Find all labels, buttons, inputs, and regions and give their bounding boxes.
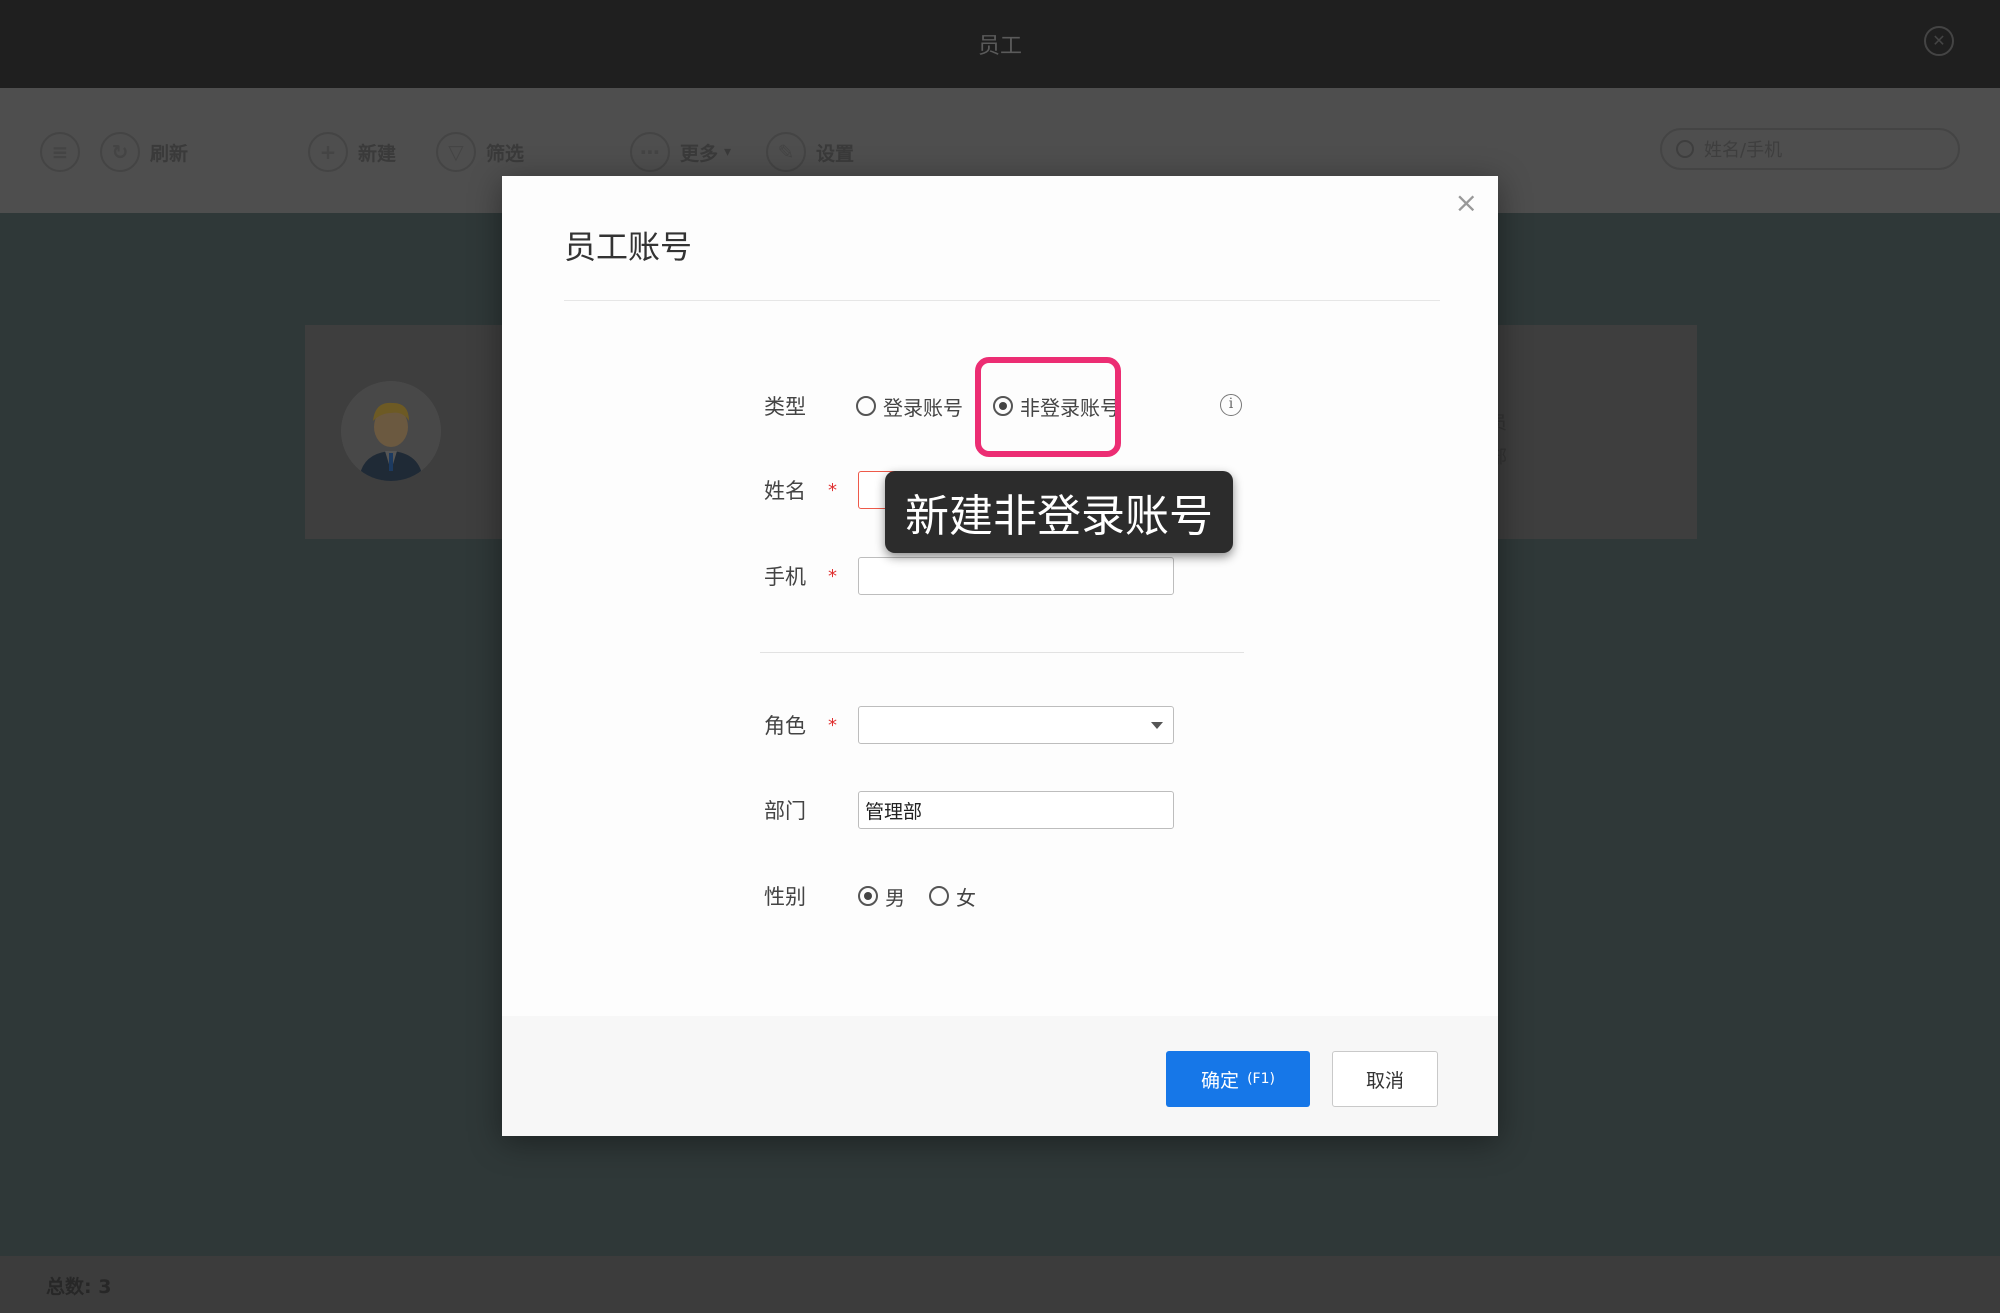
role-select[interactable] [858, 706, 1174, 744]
settings-button[interactable]: ✎ 设置 [766, 130, 854, 174]
search-icon [1676, 140, 1694, 158]
plus-icon: + [308, 132, 348, 172]
phone-row: 手机 * [764, 556, 1174, 596]
role-label: 角色 [764, 714, 806, 738]
radio-checked-icon [858, 886, 878, 906]
window-title: 员工 [977, 34, 1022, 59]
name-label: 姓名 [764, 479, 806, 503]
refresh-label: 刷新 [150, 142, 189, 165]
section-divider [760, 652, 1244, 653]
filter-icon: ▽ [436, 132, 476, 172]
menu-button[interactable]: ≡ [40, 130, 90, 174]
pencil-icon: ✎ [766, 132, 806, 172]
radio-male[interactable]: 男 [858, 882, 905, 911]
cancel-button[interactable]: 取消 [1332, 1051, 1438, 1107]
radio-unchecked-icon [856, 396, 876, 416]
more-icon: ⋯ [630, 132, 670, 172]
close-icon[interactable]: × [1455, 186, 1478, 219]
avatar-image [341, 381, 441, 481]
required-mark: * [828, 714, 837, 736]
required-mark: * [828, 565, 837, 587]
more-label: 更多 [680, 142, 719, 165]
search-input[interactable]: 姓名/手机 [1660, 128, 1960, 170]
caret-down-icon [1151, 722, 1163, 729]
filter-button[interactable]: ▽ 筛选 [436, 130, 524, 174]
radio-login-account[interactable]: 登录账号 [856, 392, 963, 421]
filter-label: 筛选 [486, 142, 525, 165]
refresh-button[interactable]: ↻ 刷新 [100, 130, 188, 174]
annotation-tooltip: 新建非登录账号 [885, 471, 1233, 553]
radio-login-label: 登录账号 [883, 395, 963, 420]
refresh-icon: ↻ [100, 132, 140, 172]
divider [564, 300, 1440, 301]
chevron-down-icon: ▾ [724, 144, 732, 160]
gender-label: 性别 [764, 885, 806, 909]
dept-label: 部门 [764, 799, 806, 823]
dialog-title: 员工账号 [564, 228, 693, 266]
confirm-hotkey: (F1) [1247, 1071, 1275, 1087]
search-placeholder: 姓名/手机 [1704, 140, 1783, 161]
total-count: 总数: 3 [46, 1276, 112, 1298]
avatar [341, 381, 441, 481]
window-titlebar: 员工 ✕ [0, 0, 2000, 88]
confirm-button[interactable]: 确定 (F1) [1166, 1051, 1310, 1107]
radio-female-label: 女 [956, 885, 976, 910]
confirm-label: 确定 [1201, 1069, 1240, 1092]
radio-female[interactable]: 女 [929, 882, 976, 911]
role-row: 角色 * [764, 705, 1174, 745]
status-bar: 总数: 3 [0, 1256, 2000, 1313]
menu-icon: ≡ [40, 132, 80, 172]
phone-label: 手机 [764, 565, 806, 589]
info-icon[interactable]: i [1220, 394, 1242, 416]
employee-account-dialog: × 员工账号 类型 登录账号 非登录账号 i 姓名 * 手机 * 新建非登录账号… [502, 176, 1498, 1136]
window-close-icon[interactable]: ✕ [1924, 26, 1954, 56]
radio-male-label: 男 [885, 885, 905, 910]
phone-input[interactable] [858, 557, 1174, 595]
more-button[interactable]: ⋯ 更多 ▾ [630, 130, 731, 174]
highlight-box [975, 357, 1121, 457]
new-button[interactable]: + 新建 [308, 130, 396, 174]
dept-row: 部门 [764, 790, 1174, 830]
radio-unchecked-icon [929, 886, 949, 906]
settings-label: 设置 [816, 142, 855, 165]
required-mark: * [828, 479, 837, 501]
new-label: 新建 [358, 142, 397, 165]
gender-row: 性别 男 女 [764, 876, 976, 916]
dept-input[interactable] [858, 791, 1174, 829]
type-label: 类型 [764, 395, 806, 419]
